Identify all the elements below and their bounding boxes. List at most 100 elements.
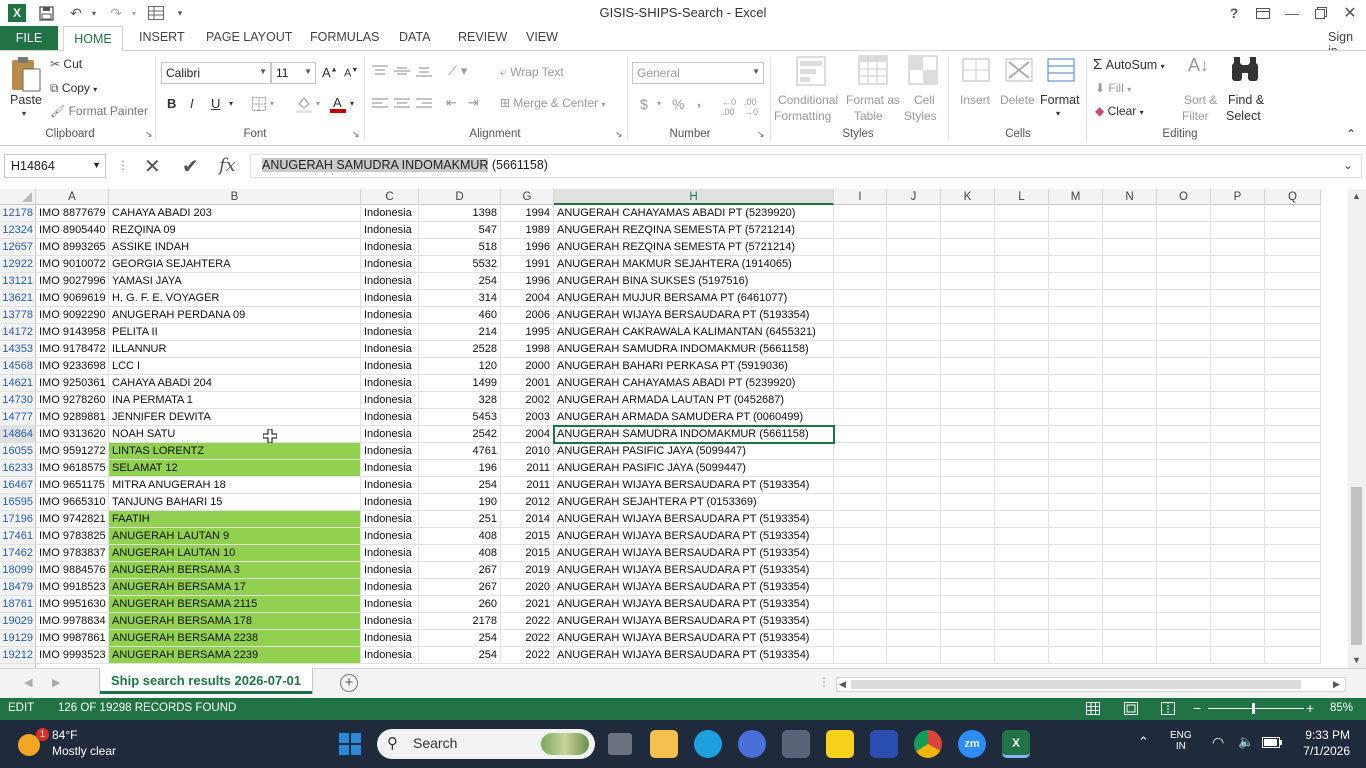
borders-icon[interactable] [252, 97, 266, 111]
row-header[interactable]: 12178 [0, 205, 36, 222]
cell-n-empty[interactable] [1103, 324, 1157, 341]
cell-d[interactable]: 196 [419, 460, 501, 477]
taskbar-search[interactable]: ⚲ Search [377, 729, 595, 759]
cell-d[interactable]: 251 [419, 511, 501, 528]
cell-a[interactable]: IMO 9987861 [36, 630, 109, 647]
cell-g[interactable]: 2015 [501, 528, 554, 545]
cell-l-empty[interactable] [995, 256, 1049, 273]
cell-n-empty[interactable] [1103, 341, 1157, 358]
cell-i-empty[interactable] [834, 239, 887, 256]
cell-i-empty[interactable] [834, 222, 887, 239]
task-view-icon[interactable] [608, 733, 632, 755]
column-header-b[interactable]: B [109, 189, 361, 205]
row-header[interactable]: 14568 [0, 358, 36, 375]
borders-dropdown-icon[interactable]: ▾ [270, 99, 274, 108]
percent-button[interactable]: % [672, 96, 684, 112]
cell-a[interactable]: IMO 9783837 [36, 545, 109, 562]
cell-n-empty[interactable] [1103, 358, 1157, 375]
cell-m-empty[interactable] [1049, 647, 1103, 664]
cell-q-empty[interactable] [1265, 596, 1321, 613]
cell-h[interactable]: ANUGERAH ARMADA SAMUDERA PT (0060499) [554, 409, 834, 426]
cell-a[interactable]: IMO 9143958 [36, 324, 109, 341]
name-box[interactable]: H14864 ▼ [4, 154, 106, 178]
format-cells-button[interactable]: Format ▾ [1040, 55, 1084, 125]
cell-b[interactable]: ANUGERAH BERSAMA 2238 [109, 630, 361, 647]
cell-h[interactable]: ANUGERAH WIJAYA BERSAUDARA PT (5193354) [554, 307, 834, 324]
row-header[interactable]: 13778 [0, 307, 36, 324]
cell-d[interactable]: 260 [419, 596, 501, 613]
cell-j-empty[interactable] [887, 222, 941, 239]
cell-l-empty[interactable] [995, 562, 1049, 579]
cell-k-empty[interactable] [941, 647, 995, 664]
increase-font-icon[interactable]: A▲ [322, 65, 338, 80]
cell-j-empty[interactable] [887, 307, 941, 324]
row-header[interactable]: 12922 [0, 256, 36, 273]
cell-o-empty[interactable] [1157, 460, 1211, 477]
cell-d[interactable]: 5532 [419, 256, 501, 273]
cell-d[interactable]: 190 [419, 494, 501, 511]
insert-function-icon[interactable]: fx [219, 155, 236, 176]
cell-o-empty[interactable] [1157, 222, 1211, 239]
cell-m-empty[interactable] [1049, 290, 1103, 307]
row-header[interactable]: 16467 [0, 477, 36, 494]
row-header[interactable]: 18099 [0, 562, 36, 579]
fill-color-icon[interactable] [296, 95, 312, 113]
cell-j-empty[interactable] [887, 562, 941, 579]
cell-b[interactable]: ANUGERAH BERSAMA 178 [109, 613, 361, 630]
cell-p-empty[interactable] [1211, 426, 1265, 443]
cell-a[interactable]: IMO 8877679 [36, 205, 109, 222]
cell-q-empty[interactable] [1265, 426, 1321, 443]
conditional-formatting-button[interactable]: Conditional Formatting [774, 55, 846, 125]
cell-d[interactable]: 314 [419, 290, 501, 307]
cell-p-empty[interactable] [1211, 324, 1265, 341]
cell-c[interactable]: Indonesia [361, 613, 419, 630]
more-options-icon[interactable]: ⋮ [117, 158, 129, 172]
cell-k-empty[interactable] [941, 375, 995, 392]
cell-a[interactable]: IMO 9742821 [36, 511, 109, 528]
font-name-dropdown[interactable]: Calibri ▼ [161, 62, 271, 84]
cell-q-empty[interactable] [1265, 460, 1321, 477]
cell-c[interactable]: Indonesia [361, 392, 419, 409]
cell-a[interactable]: IMO 9278260 [36, 392, 109, 409]
cell-k-empty[interactable] [941, 613, 995, 630]
cell-k-empty[interactable] [941, 392, 995, 409]
cell-l-empty[interactable] [995, 511, 1049, 528]
cell-l-empty[interactable] [995, 273, 1049, 290]
cell-b[interactable]: CAHAYA ABADI 204 [109, 375, 361, 392]
cell-n-empty[interactable] [1103, 596, 1157, 613]
cell-p-empty[interactable] [1211, 477, 1265, 494]
cell-a[interactable]: IMO 9069619 [36, 290, 109, 307]
cell-m-empty[interactable] [1049, 222, 1103, 239]
formula-input[interactable]: ANUGERAH SAMUDRA INDOMAKMUR (5661158) [250, 154, 1362, 178]
cell-h[interactable]: ANUGERAH WIJAYA BERSAUDARA PT (5193354) [554, 647, 834, 664]
cell-o-empty[interactable] [1157, 409, 1211, 426]
cell-n-empty[interactable] [1103, 409, 1157, 426]
cell-b[interactable]: ILLANNUR [109, 341, 361, 358]
row-header[interactable]: 13121 [0, 273, 36, 290]
cell-a[interactable]: IMO 9951630 [36, 596, 109, 613]
cell-m-empty[interactable] [1049, 528, 1103, 545]
cell-l-empty[interactable] [995, 443, 1049, 460]
cell-o-empty[interactable] [1157, 630, 1211, 647]
cell-o-empty[interactable] [1157, 443, 1211, 460]
cell-o-empty[interactable] [1157, 358, 1211, 375]
increase-decimal-icon[interactable]: ←0.00 [722, 97, 736, 117]
cell-m-empty[interactable] [1049, 358, 1103, 375]
cell-g[interactable]: 1994 [501, 205, 554, 222]
cell-i-empty[interactable] [834, 290, 887, 307]
cell-b[interactable]: YAMASI JAYA [109, 273, 361, 290]
cell-j-empty[interactable] [887, 273, 941, 290]
cell-k-empty[interactable] [941, 443, 995, 460]
cell-n-empty[interactable] [1103, 494, 1157, 511]
cell-d[interactable]: 254 [419, 477, 501, 494]
cell-p-empty[interactable] [1211, 256, 1265, 273]
cell-c[interactable]: Indonesia [361, 443, 419, 460]
zoom-out-icon[interactable]: − [1193, 700, 1201, 716]
cell-o-empty[interactable] [1157, 647, 1211, 664]
font-color-dropdown-icon[interactable]: ▾ [350, 99, 354, 108]
paste-dropdown-icon[interactable]: ▾ [22, 109, 26, 118]
cell-p-empty[interactable] [1211, 528, 1265, 545]
cell-i-empty[interactable] [834, 273, 887, 290]
cell-i-empty[interactable] [834, 630, 887, 647]
cell-g[interactable]: 2004 [501, 290, 554, 307]
